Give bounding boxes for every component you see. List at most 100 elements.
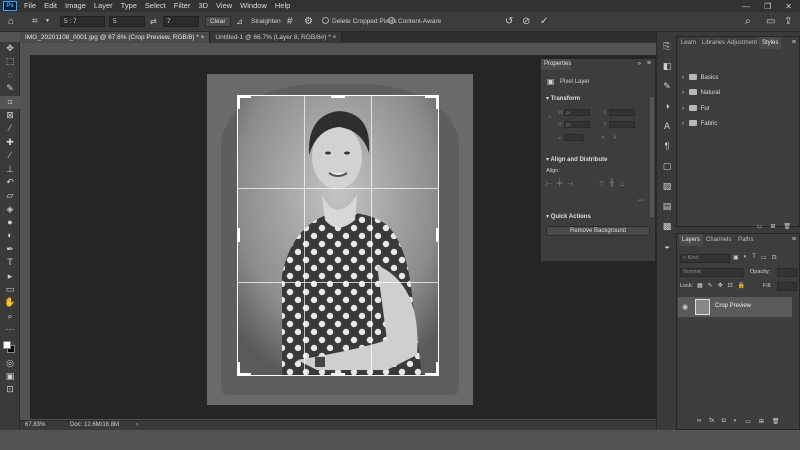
more-options-icon[interactable]: ···: [638, 197, 645, 204]
y-field[interactable]: [609, 121, 635, 128]
panel-menu-icon[interactable]: ≡: [792, 236, 796, 243]
tab-styles[interactable]: Styles: [759, 37, 782, 49]
opacity-input[interactable]: [777, 268, 797, 277]
foreground-color-swatch[interactable]: [3, 340, 11, 349]
commit-check-icon[interactable]: ✓: [540, 15, 548, 28]
history-brush-tool-icon[interactable]: ↶: [0, 176, 20, 189]
shapes-panel-icon[interactable]: ◒: [657, 236, 677, 256]
cancel-icon[interactable]: ⊘: [522, 15, 530, 28]
delete-cropped-checkbox[interactable]: Delete Cropped Pixels: [322, 17, 397, 26]
collapse-icon[interactable]: »: [638, 61, 641, 67]
character-panel-icon[interactable]: A: [657, 116, 677, 136]
brush-tool-icon[interactable]: ∕: [0, 149, 20, 162]
new-group-icon[interactable]: ▭: [757, 223, 763, 230]
height-input[interactable]: 7: [163, 16, 199, 27]
artboard-icon[interactable]: ⊡: [0, 383, 20, 396]
transform-section-title[interactable]: ▾ Transform: [546, 95, 580, 102]
style-folder-natural[interactable]: › Natural: [682, 89, 720, 96]
menu-layer[interactable]: Layer: [90, 0, 117, 12]
filter-type-icon[interactable]: T: [752, 254, 756, 261]
minimize-icon[interactable]: —: [742, 2, 750, 11]
pen-tool-icon[interactable]: ✒: [0, 243, 20, 256]
align-left-icon[interactable]: ⊢: [546, 180, 552, 188]
quick-actions-section-title[interactable]: ▾ Quick Actions: [546, 213, 591, 220]
align-right-icon[interactable]: ⊣: [567, 180, 573, 188]
tab-channels[interactable]: Channels: [706, 234, 731, 246]
adjustments-panel-icon[interactable]: ◑: [657, 96, 677, 116]
new-style-icon[interactable]: ⊞: [770, 223, 775, 230]
tab-paths[interactable]: Paths: [738, 234, 753, 246]
menu-type[interactable]: Type: [117, 0, 141, 12]
home-icon[interactable]: ⌂: [8, 15, 14, 28]
remove-background-button[interactable]: Remove Background: [546, 226, 650, 236]
menu-select[interactable]: Select: [141, 0, 170, 12]
paint-bucket-tool-icon[interactable]: ◈: [0, 203, 20, 216]
panel-menu-icon[interactable]: ≡: [792, 39, 796, 46]
screen-mode-icon[interactable]: ▣: [0, 370, 20, 383]
crop-tool-icon[interactable]: ⌗: [32, 15, 38, 28]
menu-3d[interactable]: 3D: [194, 0, 212, 12]
crop-tool-icon[interactable]: ⌗: [0, 95, 20, 109]
eye-icon[interactable]: ◉: [682, 303, 688, 311]
menu-window[interactable]: Window: [236, 0, 271, 12]
crop-handle-left[interactable]: [237, 228, 240, 242]
type-tool-icon[interactable]: T: [0, 256, 20, 269]
layer-filter-select[interactable]: ⌕ Kind: [680, 254, 730, 263]
align-section-title[interactable]: ▾ Align and Distribute: [546, 156, 607, 163]
properties-scrollbar[interactable]: [650, 97, 654, 217]
more-tools-icon[interactable]: ···: [0, 323, 20, 336]
crop-handle-top-left[interactable]: [237, 95, 240, 109]
blur-tool-icon[interactable]: ●: [0, 216, 20, 229]
trash-icon[interactable]: 🗑: [783, 223, 791, 230]
grid-overlay-icon[interactable]: #: [287, 15, 293, 28]
menu-help[interactable]: Help: [271, 0, 294, 12]
lock-artboard-icon[interactable]: ⊡: [728, 282, 733, 289]
link-icon[interactable]: ∞: [697, 418, 701, 425]
workspace-icon[interactable]: ▭: [766, 15, 775, 28]
crop-preview-image[interactable]: [237, 95, 439, 376]
width-field[interactable]: px: [564, 109, 590, 116]
filter-smart-icon[interactable]: ⊡: [772, 254, 777, 261]
crop-handle-top-right[interactable]: [436, 95, 439, 109]
tab-img-20201108[interactable]: IMG_20201108_0001.jpg @ 67.8% (Crop Prev…: [20, 32, 211, 43]
close-icon[interactable]: ✕: [785, 2, 792, 11]
lock-all-icon[interactable]: 🔒: [738, 282, 745, 289]
gear-icon[interactable]: ⚙: [304, 15, 313, 28]
angle-field[interactable]: [564, 134, 584, 141]
filter-pixel-icon[interactable]: ▣: [733, 254, 739, 261]
filter-adjustment-icon[interactable]: ◐: [744, 254, 748, 261]
search-icon[interactable]: ⌕: [745, 15, 751, 28]
crop-handle-top[interactable]: [331, 95, 345, 98]
path-select-tool-icon[interactable]: ▸: [0, 270, 20, 283]
flip-horizontal-icon[interactable]: ⇋: [601, 135, 605, 141]
clear-button[interactable]: Clear: [205, 16, 231, 27]
align-center-v-icon[interactable]: ╫: [609, 180, 614, 188]
history-panel-icon[interactable]: ⎘: [657, 36, 677, 56]
tab-libraries[interactable]: Libraries: [702, 37, 725, 49]
link-icon[interactable]: ∞: [548, 114, 552, 120]
rectangle-tool-icon[interactable]: ▭: [0, 283, 20, 296]
paragraph-panel-icon[interactable]: ¶: [657, 136, 677, 156]
lock-position-icon[interactable]: ✥: [718, 282, 723, 289]
menu-file[interactable]: File: [20, 0, 40, 12]
lock-pixels-icon[interactable]: ✎: [708, 282, 713, 289]
swap-icon[interactable]: ⇄: [150, 15, 157, 28]
menu-view[interactable]: View: [212, 0, 236, 12]
group-icon[interactable]: ▭: [745, 418, 751, 425]
tab-properties[interactable]: Properties: [541, 59, 571, 70]
dodge-tool-icon[interactable]: ◐: [0, 229, 20, 242]
navigator-panel-icon[interactable]: ▢: [657, 156, 677, 176]
tab-adjustment[interactable]: Adjustment: [727, 37, 757, 49]
share-icon[interactable]: ⇪: [784, 15, 792, 28]
fx-icon[interactable]: fx: [709, 418, 714, 425]
width-input[interactable]: 5: [109, 16, 145, 27]
menu-edit[interactable]: Edit: [40, 0, 61, 12]
blend-mode-select[interactable]: Normal: [680, 268, 744, 277]
menu-image[interactable]: Image: [61, 0, 90, 12]
crop-handle-right[interactable]: [436, 228, 439, 242]
zoom-level[interactable]: 67.83%: [25, 421, 45, 430]
flip-vertical-icon[interactable]: ⇵: [613, 135, 617, 141]
quick-select-tool-icon[interactable]: ✎: [0, 82, 20, 95]
x-field[interactable]: [609, 109, 635, 116]
mask-icon[interactable]: ◘: [722, 418, 726, 425]
